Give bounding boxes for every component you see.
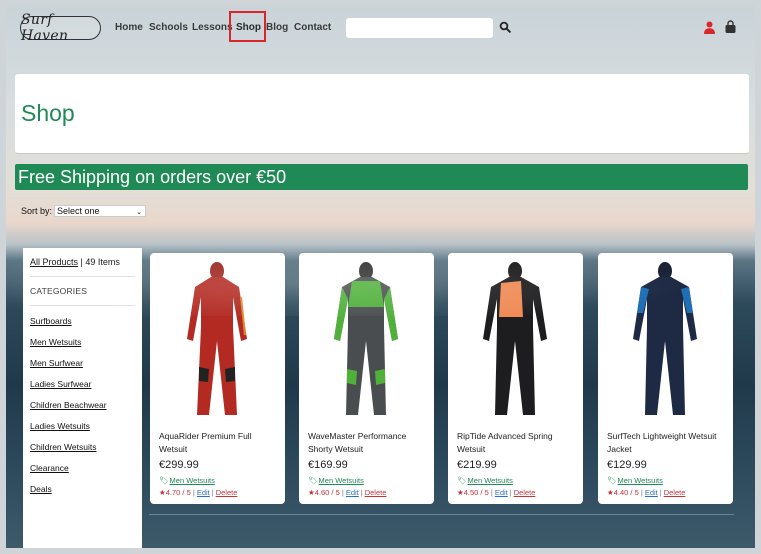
category-surfboards[interactable]: Surfboards — [30, 316, 72, 326]
nav-blog[interactable]: Blog — [266, 22, 288, 33]
edit-link[interactable]: Edit — [346, 488, 359, 497]
product-rating: 4.70 / 5 — [165, 488, 191, 497]
site-logo[interactable]: Surf Haven — [20, 12, 101, 44]
category-clearance[interactable]: Clearance — [30, 463, 69, 473]
category-children-wetsuits[interactable]: Children Wetsuits — [30, 442, 96, 452]
page-frame: Surf Haven Home Schools Lessons Shop Blo… — [6, 6, 755, 548]
star-icon: ★ — [607, 488, 614, 497]
product-category: 🏷 Men Wetsuits — [607, 476, 663, 485]
category-ladies-surfwear[interactable]: Ladies Surfwear — [30, 379, 91, 389]
sort-label: Sort by: — [21, 206, 53, 216]
star-icon: ★ — [159, 488, 166, 497]
category-children-beachwear[interactable]: Children Beachwear — [30, 400, 107, 410]
product-card[interactable]: WaveMaster Performance Shorty Wetsuit €1… — [299, 253, 434, 504]
product-name[interactable]: RipTide Advanced Spring Wetsuit — [457, 430, 579, 456]
search-icon[interactable] — [499, 21, 511, 33]
wetsuit-image[interactable] — [448, 257, 583, 417]
chevron-down-icon: ⌄ — [136, 209, 143, 216]
product-category-link[interactable]: Men Wetsuits — [319, 476, 364, 485]
tag-icon: 🏷 — [159, 476, 169, 485]
product-card[interactable]: RipTide Advanced Spring Wetsuit €219.99 … — [448, 253, 583, 504]
product-name[interactable]: SurfTech Lightweight Wetsuit Jacket — [607, 430, 729, 456]
user-icon[interactable] — [703, 21, 716, 34]
categories-heading: CATEGORIES — [30, 286, 88, 296]
category-men-surfwear[interactable]: Men Surfwear — [30, 358, 83, 368]
nav-schools[interactable]: Schools — [149, 22, 188, 33]
star-icon: ★ — [308, 488, 315, 497]
product-name[interactable]: AquaRider Premium Full Wetsuit — [159, 430, 281, 456]
wetsuit-image[interactable] — [150, 257, 285, 417]
divider — [30, 276, 135, 277]
divider — [149, 514, 734, 515]
wetsuit-image[interactable] — [598, 257, 733, 417]
product-meta: ★ 4.60 / 5 | Edit | Delete — [308, 488, 387, 497]
divider — [30, 305, 135, 306]
product-category-link[interactable]: Men Wetsuits — [468, 476, 513, 485]
sort-selected-value: Select one — [57, 206, 100, 216]
product-price: €299.99 — [159, 459, 199, 471]
product-price: €129.99 — [607, 459, 647, 471]
product-category-link[interactable]: Men Wetsuits — [618, 476, 663, 485]
navbar: Surf Haven Home Schools Lessons Shop Blo… — [6, 6, 755, 50]
product-count: | 49 Items — [78, 257, 120, 267]
product-rating: 4.50 / 5 — [463, 488, 489, 497]
product-meta: ★ 4.50 / 5 | Edit | Delete — [457, 488, 536, 497]
edit-link[interactable]: Edit — [645, 488, 658, 497]
delete-link[interactable]: Delete — [365, 488, 387, 497]
all-products-link[interactable]: All Products — [30, 257, 78, 267]
sort-select[interactable]: Select one ⌄ — [54, 205, 147, 217]
wetsuit-image[interactable] — [299, 257, 434, 417]
product-meta: ★ 4.40 / 5 | Edit | Delete — [607, 488, 686, 497]
product-rating: 4.40 / 5 — [613, 488, 639, 497]
delete-link[interactable]: Delete — [216, 488, 238, 497]
product-category-link[interactable]: Men Wetsuits — [170, 476, 215, 485]
edit-link[interactable]: Edit — [197, 488, 210, 497]
delete-link[interactable]: Delete — [664, 488, 686, 497]
nav-contact[interactable]: Contact — [294, 22, 331, 33]
shopping-bag-icon[interactable] — [724, 20, 737, 34]
product-rating: 4.60 / 5 — [314, 488, 340, 497]
product-card[interactable]: SurfTech Lightweight Wetsuit Jacket €129… — [598, 253, 733, 504]
all-products-row: All Products | 49 Items — [30, 255, 135, 267]
edit-link[interactable]: Edit — [495, 488, 508, 497]
product-category: 🏷 Men Wetsuits — [308, 476, 364, 485]
nav-home[interactable]: Home — [115, 22, 143, 33]
tag-icon: 🏷 — [457, 476, 467, 485]
free-shipping-banner: Free Shipping on orders over €50 — [15, 164, 748, 190]
category-deals[interactable]: Deals — [30, 484, 52, 494]
product-name[interactable]: WaveMaster Performance Shorty Wetsuit — [308, 430, 430, 456]
tag-icon: 🏷 — [607, 476, 617, 485]
nav-lessons[interactable]: Lessons — [192, 22, 233, 33]
page-header: Shop — [15, 74, 749, 154]
page-title: Shop — [21, 100, 75, 126]
product-meta: ★ 4.70 / 5 | Edit | Delete — [159, 488, 238, 497]
product-category: 🏷 Men Wetsuits — [159, 476, 215, 485]
product-card[interactable]: AquaRider Premium Full Wetsuit €299.99 🏷… — [150, 253, 285, 504]
active-nav-outline — [229, 11, 266, 42]
sort-row: Sort by: Select one ⌄ — [21, 205, 147, 217]
category-sidebar: All Products | 49 Items CATEGORIES Surfb… — [23, 248, 142, 548]
product-price: €219.99 — [457, 459, 497, 471]
category-ladies-wetsuits[interactable]: Ladies Wetsuits — [30, 421, 90, 431]
tag-icon: 🏷 — [308, 476, 318, 485]
product-price: €169.99 — [308, 459, 348, 471]
product-category: 🏷 Men Wetsuits — [457, 476, 513, 485]
search-input[interactable] — [346, 18, 493, 38]
star-icon: ★ — [457, 488, 464, 497]
delete-link[interactable]: Delete — [514, 488, 536, 497]
category-men-wetsuits[interactable]: Men Wetsuits — [30, 337, 81, 347]
category-list: Surfboards Men Wetsuits Men Surfwear Lad… — [30, 316, 135, 494]
